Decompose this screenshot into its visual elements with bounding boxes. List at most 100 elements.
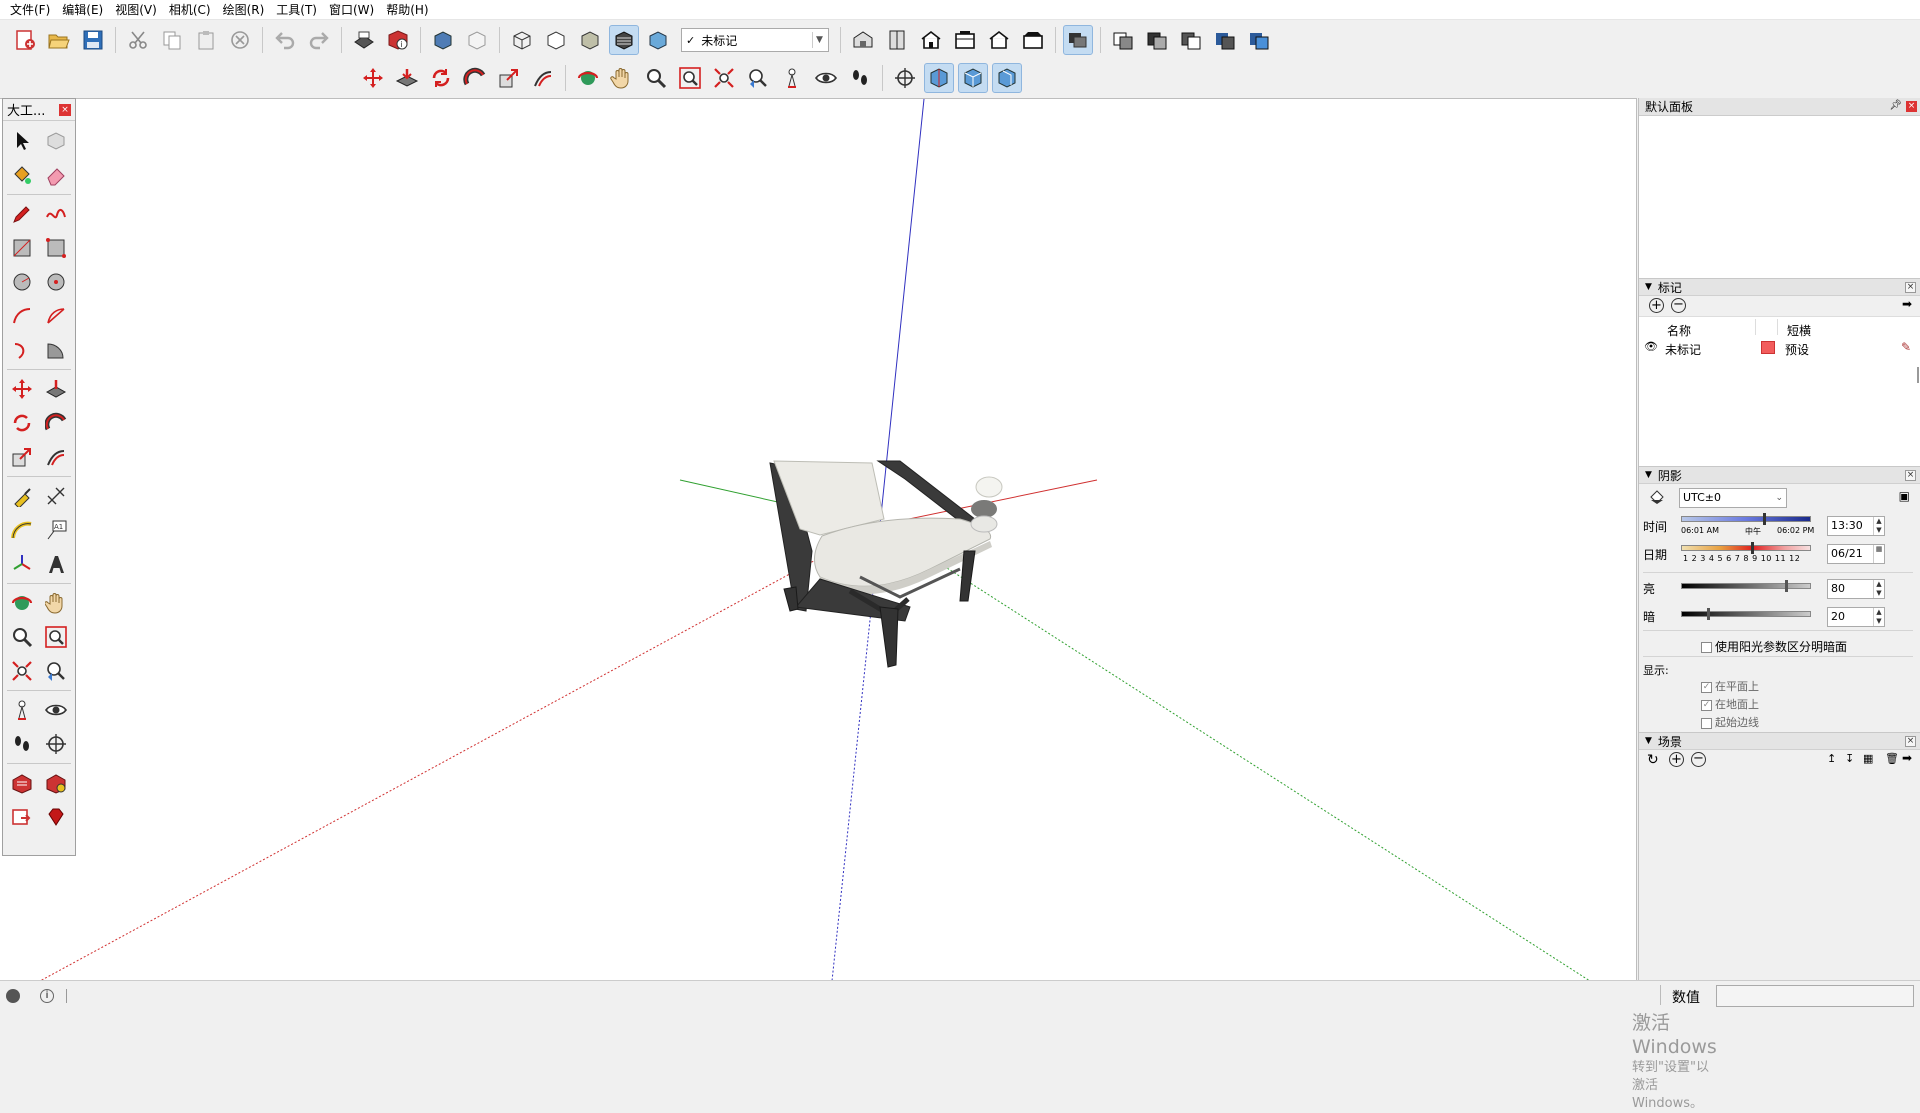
date-input[interactable]: 06/21 ▦ — [1827, 544, 1885, 564]
dark-slider[interactable] — [1681, 611, 1811, 617]
dimension-button[interactable] — [39, 479, 73, 513]
menu-tools[interactable]: 工具(T) — [270, 0, 323, 20]
tags-section-header[interactable]: ▼ 标记 × — [1639, 278, 1920, 296]
make-group-button[interactable] — [462, 25, 492, 55]
extension-warehouse-button[interactable] — [39, 766, 73, 800]
section-plane-tray-button[interactable] — [39, 727, 73, 761]
display-section-cuts-button[interactable] — [958, 63, 988, 93]
light-slider[interactable] — [1681, 583, 1811, 589]
geo-location-icon[interactable] — [6, 988, 20, 1003]
date-slider[interactable] — [1681, 545, 1811, 551]
on-faces-checkbox[interactable]: ✓ 在平面上 — [1701, 678, 1759, 694]
zoom-window-tray-button[interactable] — [39, 620, 73, 654]
front-view-button[interactable] — [916, 25, 946, 55]
shadow-toggle-icon[interactable] — [1649, 488, 1665, 504]
position-camera-tray-button[interactable] — [5, 693, 39, 727]
spinner-icon[interactable]: ▲ ▼ — [1873, 608, 1884, 626]
sun-option-checkbox[interactable]: 使用阳光参数区分明暗面 — [1701, 638, 1847, 655]
extension-manager-button[interactable] — [39, 800, 73, 834]
send-to-layout-button[interactable] — [5, 800, 39, 834]
push-pull-tool-button[interactable] — [392, 63, 422, 93]
rectangle-tool-button[interactable] — [5, 231, 39, 265]
zoom-extents-tray-button[interactable] — [5, 654, 39, 688]
close-icon[interactable]: × — [1905, 282, 1916, 293]
two-point-arc-button[interactable] — [39, 299, 73, 333]
right-view-button[interactable] — [950, 25, 980, 55]
zoom-extents-button[interactable] — [709, 63, 739, 93]
shaded-style-button[interactable] — [575, 25, 605, 55]
scale-tool-button[interactable] — [494, 63, 524, 93]
follow-me-tray-button[interactable] — [39, 406, 73, 440]
pencil-icon[interactable]: ✎ — [1901, 340, 1911, 354]
walk-tray-button[interactable] — [5, 727, 39, 761]
menu-draw[interactable]: 绘图(R) — [217, 0, 271, 20]
scale-tray-button[interactable] — [5, 440, 39, 474]
open-button[interactable] — [44, 25, 74, 55]
iso-view-button[interactable] — [848, 25, 878, 55]
erase-button[interactable] — [225, 25, 255, 55]
zoom-tool-button[interactable] — [641, 63, 671, 93]
menu-view[interactable]: 视图(V) — [109, 0, 163, 20]
from-edges-checkbox[interactable]: 起始边线 — [1701, 714, 1759, 730]
look-around-button[interactable] — [811, 63, 841, 93]
rotated-rectangle-button[interactable] — [39, 231, 73, 265]
previous-view-button[interactable] — [743, 63, 773, 93]
offset-tray-button[interactable] — [39, 440, 73, 474]
menu-file[interactable]: 文件(F) — [4, 0, 56, 20]
date-slider-thumb[interactable] — [1751, 542, 1754, 554]
save-button[interactable] — [78, 25, 108, 55]
remove-tag-icon[interactable]: − — [1671, 298, 1686, 313]
zoom-tray-button[interactable] — [5, 620, 39, 654]
menu-help[interactable]: 帮助(H) — [380, 0, 434, 20]
tag-details-arrow-icon[interactable]: ➡ — [1902, 297, 1912, 311]
walk-button[interactable] — [845, 63, 875, 93]
add-scene-icon[interactable]: + — [1669, 752, 1684, 767]
time-slider-thumb[interactable] — [1763, 513, 1766, 525]
close-icon[interactable]: × — [1905, 470, 1916, 481]
shadow-settings-icon[interactable]: ▣ — [1899, 489, 1910, 503]
move-tool-tray-button[interactable] — [5, 372, 39, 406]
make-component-button[interactable] — [428, 25, 458, 55]
three-point-arc-button[interactable] — [5, 333, 39, 367]
top-view-button[interactable] — [882, 25, 912, 55]
add-tag-icon[interactable]: + — [1649, 298, 1664, 313]
chair-model[interactable] — [769, 460, 992, 668]
circle-tool-button[interactable] — [5, 265, 39, 299]
chevron-down-icon[interactable]: ▼ — [812, 32, 826, 48]
checkbox-checked[interactable]: ✓ — [1701, 699, 1712, 711]
tag-color-swatch[interactable] — [1761, 341, 1775, 354]
offset-tool-button[interactable] — [528, 63, 558, 93]
line-tool-button[interactable] — [5, 197, 39, 231]
measurements-input[interactable] — [1716, 985, 1914, 1007]
monochrome-style-button[interactable] — [643, 25, 673, 55]
freehand-tool-button[interactable] — [39, 197, 73, 231]
scenes-section-header[interactable]: ▼ 场景 × — [1639, 732, 1920, 750]
move-up-icon[interactable]: ↥ — [1827, 752, 1836, 765]
section-plane-tool-button[interactable] — [890, 63, 920, 93]
on-ground-checkbox[interactable]: ✓ 在地面上 — [1701, 696, 1759, 712]
spinner-icon[interactable]: ▲ ▼ — [1873, 517, 1884, 535]
eye-icon[interactable]: 👁︎ — [1644, 340, 1658, 353]
menu-camera[interactable]: 相机(C) — [163, 0, 217, 20]
component-tool-button[interactable] — [39, 124, 73, 158]
spinner-icon[interactable]: ▲ ▼ — [1873, 580, 1884, 598]
previous-view-tray-button[interactable] — [39, 654, 73, 688]
time-slider[interactable] — [1681, 516, 1811, 522]
section-plane-button[interactable] — [1108, 25, 1138, 55]
paste-button[interactable] — [191, 25, 221, 55]
hidden-line-style-button[interactable] — [541, 25, 571, 55]
tape-measure-button[interactable] — [5, 479, 39, 513]
move-down-icon[interactable]: ↧ — [1845, 752, 1854, 765]
section-cut-button[interactable] — [1176, 25, 1206, 55]
push-pull-tray-button[interactable] — [39, 372, 73, 406]
copy-button[interactable] — [157, 25, 187, 55]
checkbox[interactable] — [1701, 642, 1712, 653]
info-icon[interactable]: i — [40, 988, 54, 1003]
select-tool-button[interactable] — [5, 124, 39, 158]
text-tool-button[interactable]: A1 — [39, 513, 73, 547]
dark-slider-thumb[interactable] — [1707, 608, 1710, 620]
paint-bucket-button[interactable] — [5, 158, 39, 192]
section-fill-button[interactable] — [1142, 25, 1172, 55]
checkbox[interactable] — [1701, 717, 1712, 729]
model-info-button[interactable]: i — [383, 25, 413, 55]
